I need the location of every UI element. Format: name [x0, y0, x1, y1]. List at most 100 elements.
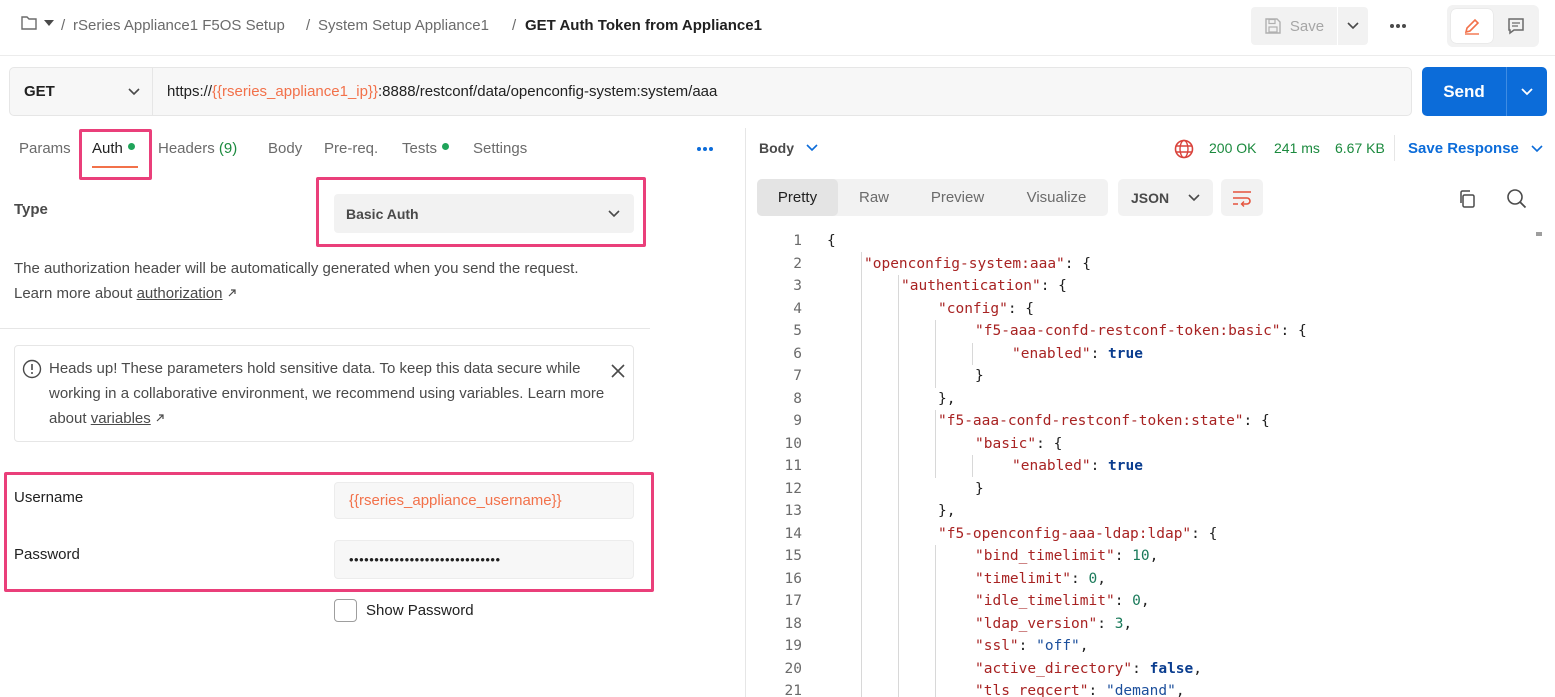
code-line: 8},: [757, 388, 1547, 410]
request-bar: GET https://{{rseries_appliance1_ip}}:88…: [9, 67, 1412, 116]
show-password-checkbox[interactable]: [334, 599, 357, 622]
response-size[interactable]: 6.67 KB: [1335, 140, 1385, 156]
line-number: 15: [784, 548, 802, 564]
chevron-down-icon: [1531, 144, 1543, 152]
code-text: "idle_timelimit": 0,: [975, 590, 1150, 612]
copy-icon[interactable]: [1457, 189, 1477, 209]
password-input[interactable]: ••••••••••••••••••••••••••••••: [334, 540, 634, 579]
divider: [1394, 135, 1395, 161]
more-options-button[interactable]: [1385, 14, 1411, 38]
breadcrumb-collection[interactable]: rSeries Appliance1 F5OS Setup: [73, 17, 285, 35]
tab-pretty[interactable]: Pretty: [757, 179, 838, 216]
tab-prereq[interactable]: Pre-req.: [324, 140, 378, 158]
search-icon[interactable]: [1506, 188, 1527, 209]
code-token: : {: [1040, 278, 1067, 294]
url-prefix: https://: [167, 83, 213, 100]
auth-type-select[interactable]: Basic Auth: [334, 194, 634, 233]
caret-down-icon[interactable]: [43, 17, 55, 29]
tab-preview[interactable]: Preview: [910, 179, 1005, 216]
tab-headers[interactable]: Headers (9): [158, 140, 237, 158]
tab-tests[interactable]: Tests: [402, 140, 450, 158]
headers-count: (9): [218, 140, 238, 157]
edit-mode-button[interactable]: [1451, 9, 1493, 43]
format-select[interactable]: JSON: [1118, 179, 1213, 216]
save-button[interactable]: Save: [1251, 7, 1337, 45]
code-token: },: [938, 390, 956, 407]
wrap-lines-button[interactable]: [1221, 179, 1263, 216]
code-text: }: [975, 365, 984, 387]
code-token: ,: [1097, 570, 1106, 587]
chevron-down-icon: [608, 209, 620, 217]
tab-body[interactable]: Body: [268, 140, 302, 158]
tab-auth-label: Auth: [92, 140, 123, 157]
code-token: 0: [1132, 593, 1141, 609]
breadcrumb-separator: /: [306, 17, 311, 34]
request-title[interactable]: GET Auth Token from Appliance1: [525, 17, 762, 35]
url-input[interactable]: https://{{rseries_appliance1_ip}}:8888/r…: [167, 83, 717, 100]
send-group: Send: [1422, 67, 1547, 116]
collection-icon[interactable]: [20, 14, 38, 32]
code-token: }: [975, 368, 984, 384]
active-dot-icon: [127, 143, 135, 150]
username-input[interactable]: {{rseries_appliance_username}}: [334, 482, 634, 519]
code-line: 3 "authentication": {: [757, 275, 1547, 297]
format-value: JSON: [1131, 189, 1170, 206]
code-token: :: [1018, 638, 1037, 654]
code-text: {: [827, 230, 836, 252]
divider: [0, 328, 650, 329]
close-icon[interactable]: [609, 362, 627, 380]
code-text: "enabled": true: [1012, 455, 1143, 477]
method-select[interactable]: GET: [10, 68, 153, 115]
status-code[interactable]: 200 OK: [1209, 140, 1256, 156]
response-time[interactable]: 241 ms: [1274, 140, 1320, 156]
save-response-button[interactable]: Save Response: [1408, 140, 1543, 157]
sensitive-data-alert: Heads up! These parameters hold sensitiv…: [14, 345, 634, 442]
code-token: "enabled": [1012, 345, 1091, 362]
tab-raw[interactable]: Raw: [838, 179, 910, 216]
scrollbar[interactable]: [1536, 232, 1542, 236]
send-options-button[interactable]: [1506, 67, 1547, 116]
globe-icon[interactable]: [1173, 138, 1195, 160]
method-label: GET: [24, 83, 55, 100]
code-line: 17 "idle_timelimit": 0,: [757, 590, 1547, 612]
code-token: : {: [1280, 323, 1307, 339]
response-body-select[interactable]: Body: [759, 140, 818, 156]
code-text: "config": {: [938, 298, 1034, 320]
code-token: : {: [1191, 525, 1218, 542]
info-icon: [22, 359, 42, 379]
code-token: "f5-openconfig-aaa-ldap:ldap": [938, 525, 1192, 542]
response-code-viewer[interactable]: 1{2 "openconfig-system:aaa": {3 "authentic…: [757, 230, 1547, 697]
code-token: "ssl": [975, 638, 1019, 654]
tab-visualize[interactable]: Visualize: [1005, 179, 1108, 216]
line-number: 18: [784, 615, 802, 632]
line-number: 4: [793, 300, 802, 317]
line-number: 20: [784, 660, 802, 677]
code-token: "basic": [975, 435, 1037, 452]
code-token: "config": [938, 300, 1008, 317]
authorization-link[interactable]: authorization: [137, 285, 223, 302]
code-text: "enabled": true: [1012, 343, 1143, 365]
tab-auth[interactable]: Auth: [92, 140, 135, 158]
tab-params[interactable]: Params: [19, 140, 71, 158]
top-bar: / rSeries Appliance1 F5OS Setup / System…: [0, 0, 1555, 56]
code-line: 21 "tls_reqcert": "demand",: [757, 680, 1547, 697]
code-token: "bind_timelimit": [975, 548, 1115, 564]
pane-divider[interactable]: [745, 128, 746, 697]
code-token: ,: [1193, 660, 1202, 677]
code-token: ,: [1123, 615, 1133, 632]
save-options-button[interactable]: [1337, 7, 1368, 45]
code-token: ,: [1175, 683, 1185, 697]
code-line: 20 "active_directory": false,: [757, 658, 1547, 680]
show-password-label[interactable]: Show Password: [366, 602, 474, 619]
comments-button[interactable]: [1497, 9, 1535, 43]
variables-link[interactable]: variables: [91, 410, 151, 427]
tab-settings[interactable]: Settings: [473, 140, 527, 158]
line-number: 6: [793, 345, 802, 362]
breadcrumb-folder[interactable]: System Setup Appliance1: [318, 17, 489, 35]
code-text: "f5-aaa-confd-restconf-token:basic": {: [975, 320, 1307, 342]
send-button[interactable]: Send: [1422, 67, 1506, 116]
line-number: 1: [793, 233, 802, 249]
line-number: 14: [784, 525, 802, 542]
tabs-more-button[interactable]: [693, 140, 717, 158]
code-token: "f5-aaa-confd-restconf-token:state": [938, 413, 1244, 429]
